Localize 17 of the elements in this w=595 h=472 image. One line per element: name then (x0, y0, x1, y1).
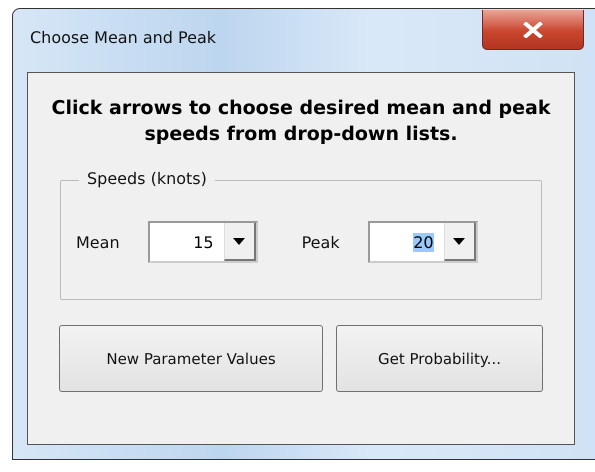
dropdown-value: 20 (413, 232, 434, 252)
dropdown-button[interactable] (444, 223, 476, 261)
action-button[interactable]: Get Probability... (336, 325, 543, 392)
dropdown-button[interactable] (224, 223, 256, 261)
caret-icon (233, 238, 246, 244)
group-title: Speeds (knots) (79, 169, 215, 188)
field-label: Peak (302, 232, 340, 252)
dropdown-field[interactable]: 15 (148, 221, 258, 263)
instructions-text: Click arrows to choose desired mean and peak speeds from drop-down lists. (50, 96, 552, 147)
window-title: Choose Mean and Peak (30, 28, 218, 47)
action-button[interactable]: New Parameter Values (59, 325, 323, 392)
close-icon (523, 22, 543, 38)
field-label: Mean (76, 232, 120, 252)
close-button[interactable] (482, 10, 584, 50)
dropdown-field[interactable]: 20 (368, 221, 478, 263)
caret-icon (453, 238, 466, 244)
dropdown-value: 15 (193, 232, 214, 252)
